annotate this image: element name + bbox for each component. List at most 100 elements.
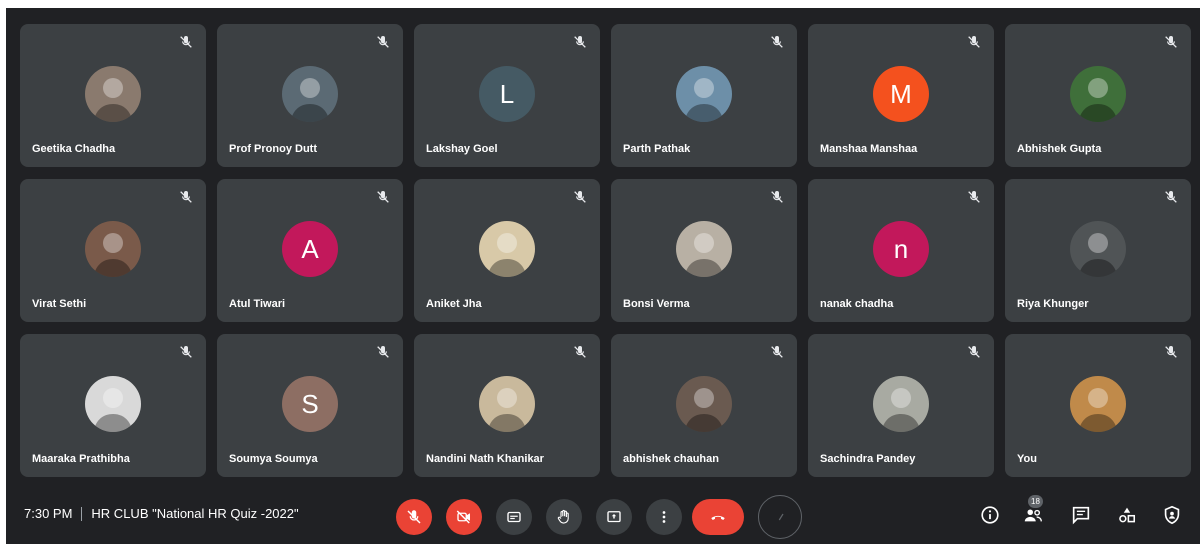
mic-off-icon [375, 189, 391, 205]
participant-name: Riya Khunger [1017, 298, 1089, 310]
participant-tile[interactable]: You [1005, 334, 1191, 477]
participant-name: Atul Tiwari [229, 298, 286, 310]
mic-off-icon [407, 510, 421, 524]
participant-tile[interactable]: S Soumya Soumya [217, 334, 403, 477]
present-screen-button[interactable] [596, 499, 632, 535]
participant-tile[interactable]: M Manshaa Manshaa [808, 24, 994, 167]
people-button[interactable]: 18 [1021, 495, 1045, 527]
participant-name: Geetika Chadha [32, 143, 116, 155]
participant-name: Parth Pathak [623, 143, 691, 155]
mic-off-icon [572, 189, 588, 205]
mic-off-icon [1163, 344, 1179, 360]
chat-icon [1072, 506, 1090, 525]
participant-name: Aniket Jha [426, 298, 482, 310]
mic-off-icon [178, 189, 194, 205]
participant-name: Maaraka Prathibha [32, 453, 130, 465]
activities-icon [1119, 507, 1136, 523]
shield-icon [1164, 505, 1180, 525]
participant-name: Prof Pronoy Dutt [229, 143, 317, 155]
raise-hand-icon [557, 509, 569, 524]
avatar-photo [85, 376, 141, 432]
participant-tile[interactable]: Abhishek Gupta [1005, 24, 1191, 167]
mic-off-icon [178, 34, 194, 50]
participant-tile[interactable]: Maaraka Prathibha [20, 334, 206, 477]
mic-off-icon [966, 344, 982, 360]
people-count-badge: 18 [1028, 495, 1043, 508]
mic-off-icon [769, 34, 785, 50]
avatar-photo [85, 66, 141, 122]
meeting-details: 7:30 PM HR CLUB "National HR Quiz -2022" [24, 506, 299, 521]
host-controls-button[interactable] [1160, 503, 1184, 527]
end-call-button[interactable] [692, 499, 744, 535]
mic-toggle-button[interactable] [396, 499, 432, 535]
present-screen-icon [607, 511, 621, 523]
avatar-initial: n [873, 221, 929, 277]
participant-name: Bonsi Verma [623, 298, 690, 310]
avatar-initial: S [282, 376, 338, 432]
avatar-photo [479, 376, 535, 432]
participant-tile[interactable]: n nanak chadha [808, 179, 994, 322]
mic-off-icon [572, 34, 588, 50]
participant-name: Sachindra Pandey [820, 453, 916, 465]
participant-name: Lakshay Goel [426, 143, 498, 155]
participant-tile[interactable]: Geetika Chadha [20, 24, 206, 167]
divider [81, 506, 83, 521]
meeting-details-button[interactable] [978, 503, 1002, 527]
avatar-initial: M [873, 66, 929, 122]
meeting-time: 7:30 PM [24, 506, 73, 521]
avatar-photo [1070, 221, 1126, 277]
participant-tile[interactable]: Riya Khunger [1005, 179, 1191, 322]
info-icon [981, 506, 999, 524]
participant-tile[interactable]: A Atul Tiwari [217, 179, 403, 322]
mic-off-icon [375, 34, 391, 50]
participant-tile[interactable]: abhishek chauhan [611, 334, 797, 477]
camera-toggle-button[interactable] [446, 499, 482, 535]
participant-name: Abhishek Gupta [1017, 143, 1102, 155]
mic-off-icon [375, 344, 391, 360]
more-options-button[interactable] [646, 499, 682, 535]
participant-name: Soumya Soumya [229, 453, 318, 465]
avatar-photo [676, 376, 732, 432]
avatar-initial: A [282, 221, 338, 277]
captions-icon [507, 511, 521, 523]
caption-spinner-button[interactable] [758, 495, 802, 539]
end-call-icon [711, 515, 725, 520]
more-options-icon [662, 511, 666, 523]
mic-off-icon [572, 344, 588, 360]
participant-tile[interactable]: Parth Pathak [611, 24, 797, 167]
avatar-photo [85, 221, 141, 277]
participant-tile[interactable]: Sachindra Pandey [808, 334, 994, 477]
avatar-photo [873, 376, 929, 432]
participant-tile[interactable]: L Lakshay Goel [414, 24, 600, 167]
participant-name: Virat Sethi [32, 298, 87, 310]
participant-tile[interactable]: Prof Pronoy Dutt [217, 24, 403, 167]
mic-off-icon [1163, 189, 1179, 205]
bottom-toolbar: 7:30 PM HR CLUB "National HR Quiz -2022" [6, 486, 1200, 544]
participant-tile[interactable]: Virat Sethi [20, 179, 206, 322]
avatar-photo [1070, 376, 1126, 432]
chat-button[interactable] [1069, 503, 1093, 527]
avatar-photo [676, 221, 732, 277]
avatar-initial: L [479, 66, 535, 122]
avatar-photo [676, 66, 732, 122]
participant-grid: Geetika Chadha Prof Pronoy Dutt L Lakshay G… [20, 24, 1191, 477]
participant-name: You [1017, 453, 1037, 465]
mic-off-icon [178, 344, 194, 360]
participant-name: Manshaa Manshaa [820, 143, 918, 155]
meeting-title: HR CLUB "National HR Quiz -2022" [91, 506, 299, 521]
mic-off-icon [966, 34, 982, 50]
participant-tile[interactable]: Nandini Nath Khanikar [414, 334, 600, 477]
camera-off-icon [456, 510, 470, 524]
participant-tile[interactable]: Bonsi Verma [611, 179, 797, 322]
avatar-photo [282, 66, 338, 122]
avatar-photo [479, 221, 535, 277]
loading-icon [778, 513, 784, 521]
mic-off-icon [1163, 34, 1179, 50]
participant-tile[interactable]: Aniket Jha [414, 179, 600, 322]
activities-button[interactable] [1115, 503, 1139, 527]
raise-hand-button[interactable] [546, 499, 582, 535]
participant-name: abhishek chauhan [623, 453, 719, 465]
avatar-photo [1070, 66, 1126, 122]
captions-button[interactable] [496, 499, 532, 535]
mic-off-icon [769, 189, 785, 205]
